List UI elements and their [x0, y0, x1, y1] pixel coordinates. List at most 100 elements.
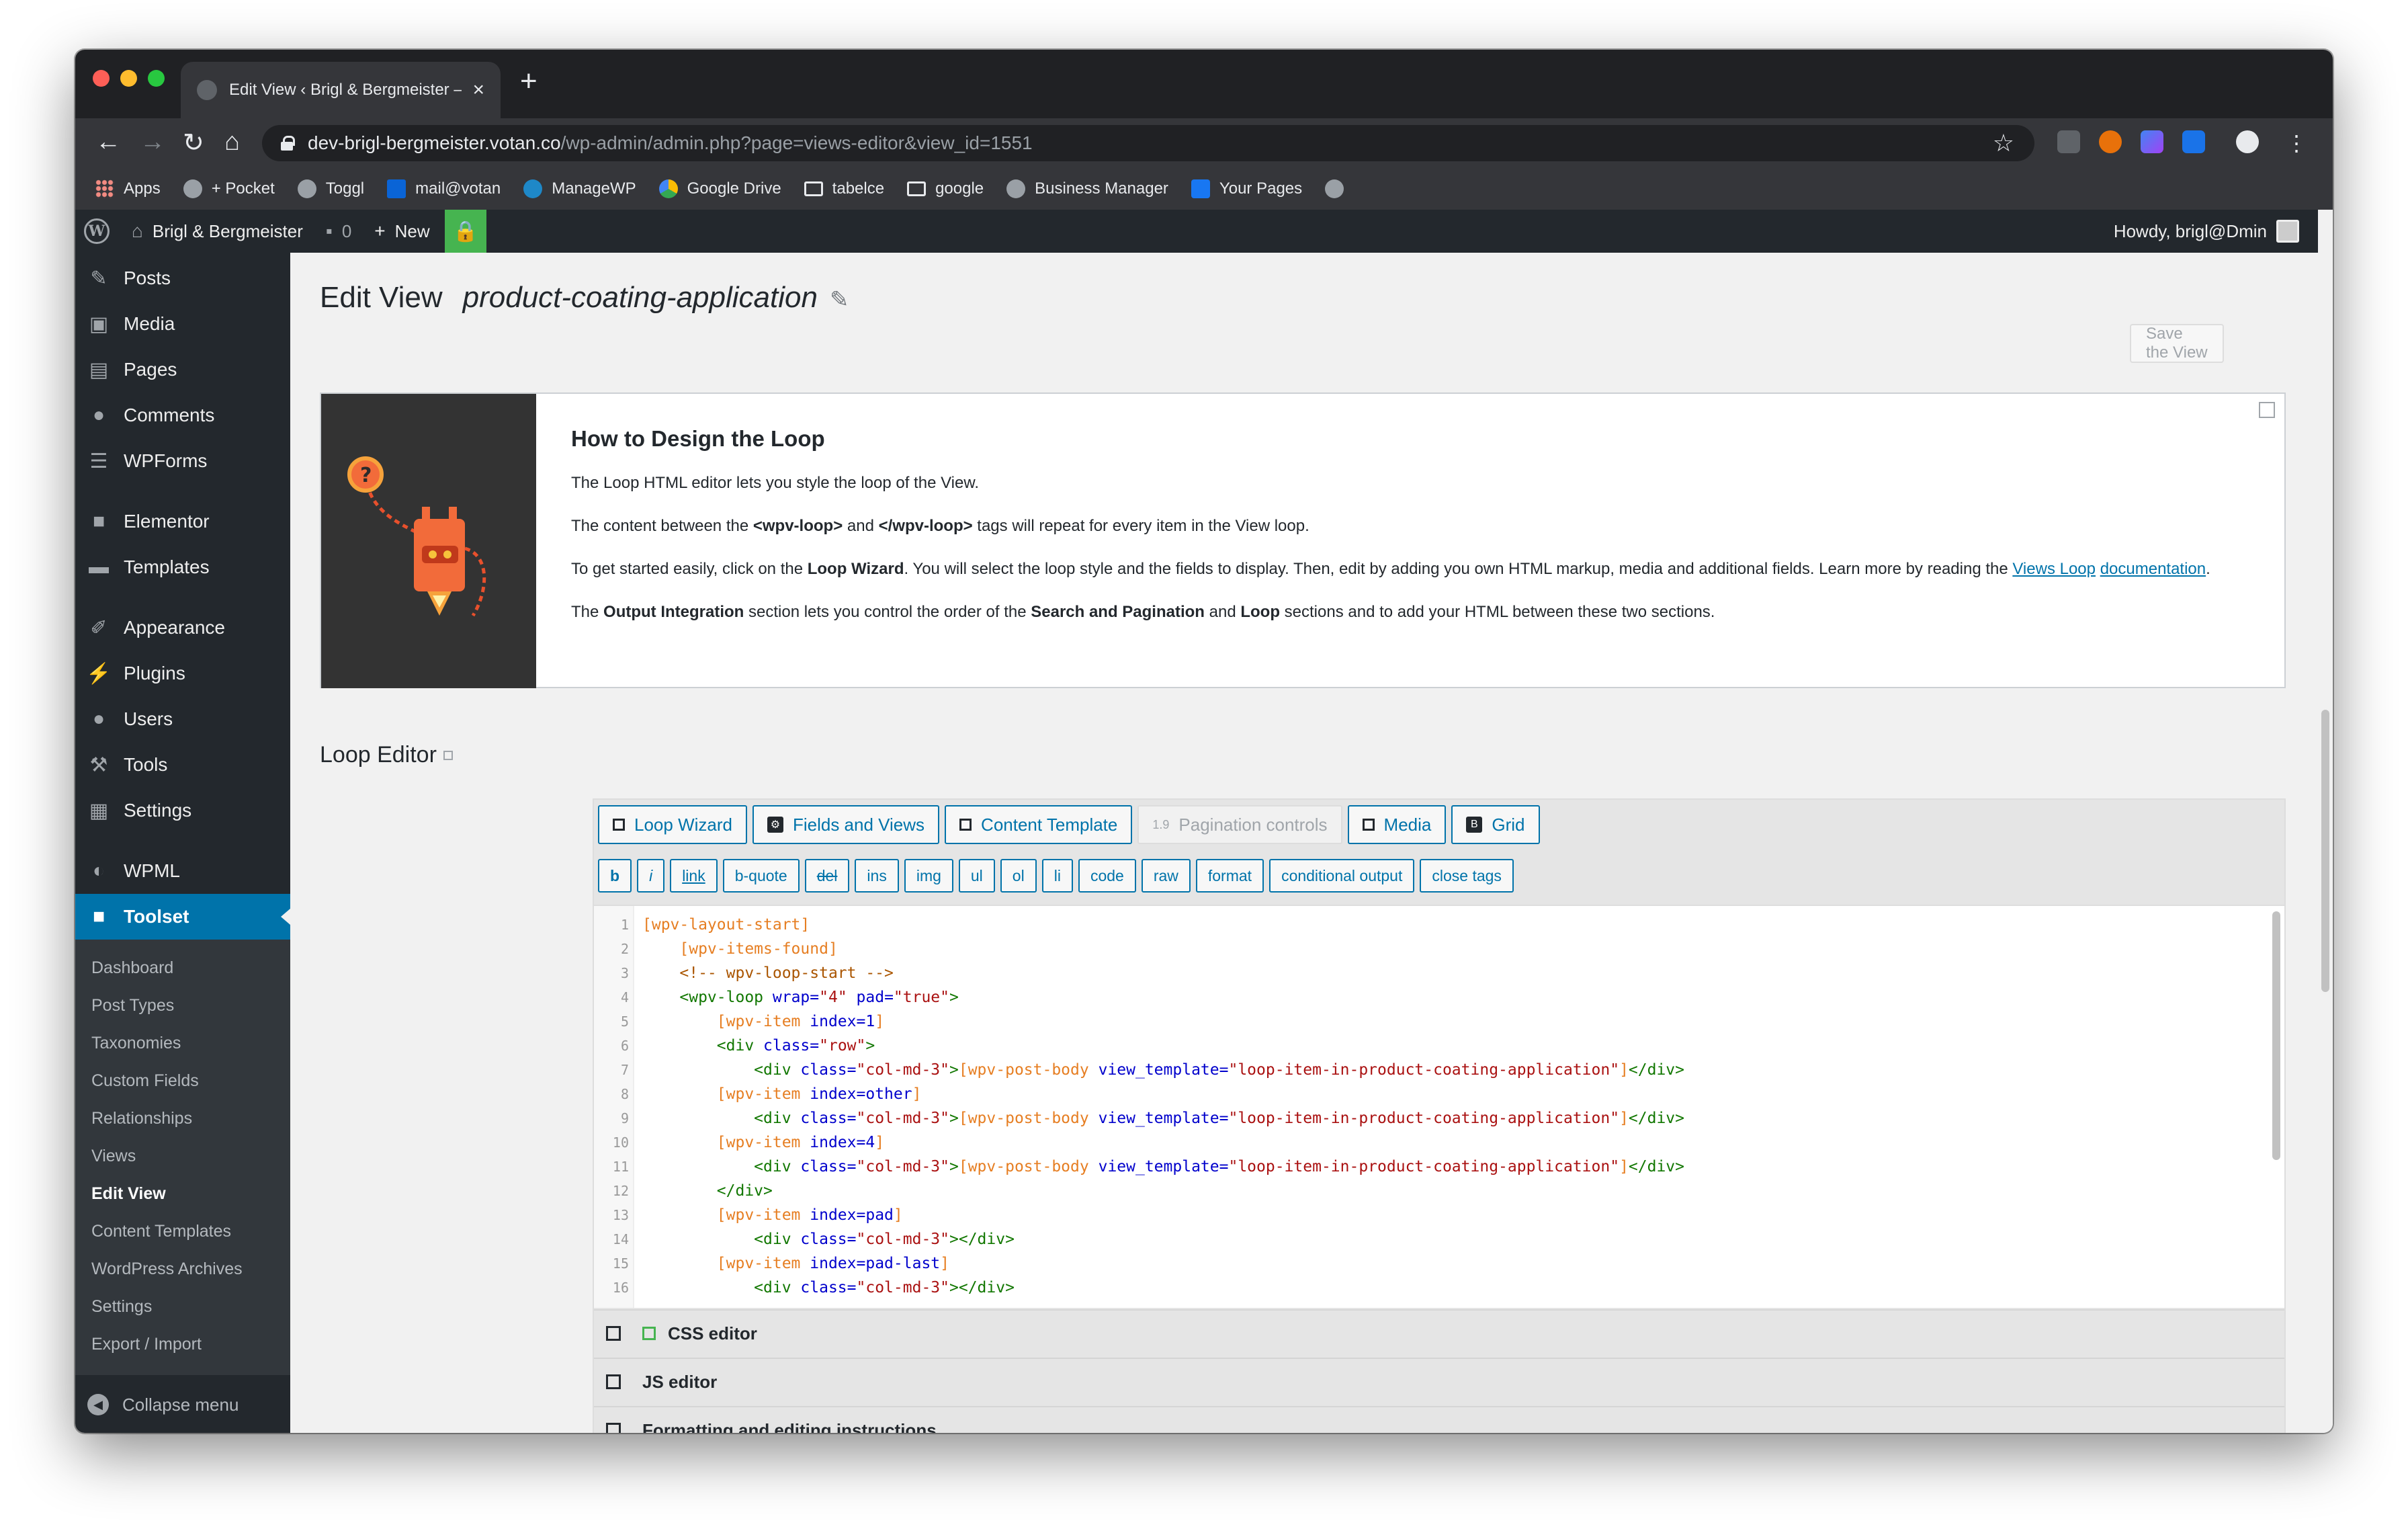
collapse-menu-button[interactable]: ◀ Collapse menu: [75, 1382, 290, 1427]
code-scrollbar[interactable]: [2272, 911, 2280, 1160]
documentation-link[interactable]: documentation: [2100, 560, 2206, 578]
submenu-post-types[interactable]: Post Types: [75, 987, 290, 1024]
quicktag-img[interactable]: img: [904, 859, 953, 893]
bookmark-globe[interactable]: [1325, 179, 1353, 198]
new-tab-icon[interactable]: +: [520, 65, 538, 98]
code-line[interactable]: 9 <div class="col-md-3">[wpv-post-body v…: [594, 1106, 2260, 1130]
quicktag-i[interactable]: i: [637, 859, 665, 893]
quicktag-format[interactable]: format: [1195, 859, 1264, 893]
close-tab-icon[interactable]: ×: [472, 79, 484, 101]
code-line[interactable]: 10 [wpv-item index=4]: [594, 1130, 2260, 1155]
sidebar-item-templates[interactable]: ▬ Templates: [75, 544, 290, 590]
close-window-button[interactable]: [93, 70, 110, 87]
minimize-window-button[interactable]: [120, 70, 137, 87]
submenu-content-templates[interactable]: Content Templates: [75, 1212, 290, 1250]
admin-bar-site[interactable]: ⌂ Brigl & Bergmeister: [132, 220, 303, 242]
save-view-button[interactable]: Save the View: [2130, 324, 2224, 363]
sidebar-item-comments[interactable]: ● Comments: [75, 392, 290, 438]
bookmark-managewp[interactable]: ManageWP: [523, 179, 636, 198]
content-template-button[interactable]: Content Template: [945, 805, 1133, 844]
sidebar-item-elementor[interactable]: ■ Elementor: [75, 499, 290, 544]
css-editor-section[interactable]: CSS editor: [594, 1309, 2284, 1356]
submenu-dashboard[interactable]: Dashboard: [75, 949, 290, 987]
sidebar-item-settings[interactable]: ▦ Settings: [75, 788, 290, 833]
bookmark-google-drive[interactable]: Google Drive: [658, 179, 781, 198]
sidebar-item-media[interactable]: ▣ Media: [75, 301, 290, 347]
fields-and-views-button[interactable]: ⚙ Fields and Views: [752, 805, 940, 844]
quicktag-close-tags[interactable]: close tags: [1420, 859, 1514, 893]
code-line[interactable]: 1 [wpv-layout-start]: [594, 913, 2260, 937]
sidebar-item-wpforms[interactable]: ☰ WPForms: [75, 438, 290, 484]
quicktag-ol[interactable]: ol: [1000, 859, 1037, 893]
translate-extension-icon[interactable]: [2182, 130, 2205, 153]
code-line[interactable]: 7 <div class="col-md-3">[wpv-post-body v…: [594, 1058, 2260, 1082]
quicktag-link[interactable]: link: [670, 859, 718, 893]
bookmark-pocket[interactable]: + Pocket: [183, 179, 275, 198]
lock-status-icon[interactable]: 🔒: [444, 210, 486, 253]
sidebar-item-posts[interactable]: ✎ Posts: [75, 255, 290, 301]
submenu-views[interactable]: Views: [75, 1137, 290, 1175]
more-menu-icon[interactable]: ⋮: [2286, 130, 2307, 156]
admin-bar-comments[interactable]: ▪ 0: [326, 220, 351, 242]
pocket-extension-icon[interactable]: [2099, 130, 2122, 153]
code-line[interactable]: 8 [wpv-item index=other]: [594, 1082, 2260, 1106]
js-editor-section[interactable]: JS editor: [594, 1358, 2284, 1405]
code-line[interactable]: 15 [wpv-item index=pad-last]: [594, 1251, 2260, 1276]
views-loop-doc-link[interactable]: Views Loop: [2012, 560, 2096, 578]
code-line[interactable]: 16 <div class="col-md-3"></div>: [594, 1276, 2260, 1300]
admin-bar-new[interactable]: + New: [374, 220, 429, 242]
wordpress-logo-icon[interactable]: W: [75, 210, 118, 253]
bookmark-google[interactable]: google: [907, 179, 984, 198]
quicktag-ins[interactable]: ins: [855, 859, 899, 893]
quicktag-li[interactable]: li: [1041, 859, 1073, 893]
sidebar-item-users[interactable]: ● Users: [75, 696, 290, 742]
pagination-controls-button[interactable]: 1.9 Pagination controls: [1137, 805, 1342, 844]
dismiss-help-icon[interactable]: [2259, 402, 2275, 418]
bookmark-your-pages[interactable]: Your Pages: [1191, 179, 1302, 198]
code-line[interactable]: 13 [wpv-item index=pad]: [594, 1203, 2260, 1227]
quicktag-conditional-output[interactable]: conditional output: [1269, 859, 1415, 893]
formatting-instructions-section[interactable]: Formatting and editing instructions: [594, 1406, 2284, 1433]
sidebar-item-appearance[interactable]: ✐ Appearance: [75, 605, 290, 651]
quicktag-raw[interactable]: raw: [1141, 859, 1191, 893]
submenu-settings[interactable]: Settings: [75, 1288, 290, 1325]
loop-wizard-button[interactable]: Loop Wizard: [598, 805, 747, 844]
bookmark-business-manager[interactable]: Business Manager: [1006, 179, 1168, 198]
code-line[interactable]: 11 <div class="col-md-3">[wpv-post-body …: [594, 1155, 2260, 1179]
submenu-taxonomies[interactable]: Taxonomies: [75, 1024, 290, 1062]
quicktag-b-quote[interactable]: b-quote: [722, 859, 800, 893]
bookmark-apps[interactable]: Apps: [95, 179, 161, 198]
code-line[interactable]: 6 <div class="row">: [594, 1034, 2260, 1058]
submenu-relationships[interactable]: Relationships: [75, 1100, 290, 1137]
quicktag-code[interactable]: code: [1078, 859, 1136, 893]
sidebar-item-wpml[interactable]: ◐ WPML: [75, 848, 290, 894]
reload-icon[interactable]: ↻: [183, 128, 204, 158]
grid-button[interactable]: B Grid: [1451, 805, 1540, 844]
code-line[interactable]: 14 <div class="col-md-3"></div>: [594, 1227, 2260, 1251]
code-line[interactable]: 4 <wpv-loop wrap="4" pad="true">: [594, 985, 2260, 1009]
bookmark-mail[interactable]: mail@votan: [387, 179, 501, 198]
bookmark-star-icon[interactable]: ☆: [1993, 129, 2014, 157]
submenu-edit-view[interactable]: Edit View: [75, 1175, 290, 1212]
code-line[interactable]: 12 </div>: [594, 1179, 2260, 1203]
camera-extension-icon[interactable]: [2057, 130, 2080, 153]
submenu-export-import[interactable]: Export / Import: [75, 1325, 290, 1363]
address-bar[interactable]: dev-brigl-bergmeister.votan.co /wp-admin…: [262, 125, 2034, 161]
page-scrollbar[interactable]: [2318, 253, 2333, 1433]
forward-arrow-icon[interactable]: →: [140, 128, 165, 157]
toggle-icon[interactable]: [443, 750, 453, 760]
pencil-icon[interactable]: ✎: [830, 286, 849, 313]
sidebar-item-toolset[interactable]: ■ Toolset: [75, 894, 290, 940]
admin-bar-account[interactable]: Howdy, brigl@Dmin: [2114, 210, 2299, 253]
home-icon[interactable]: ⌂: [224, 128, 240, 157]
media-button[interactable]: Media: [1347, 805, 1447, 844]
quicktag-ul[interactable]: ul: [958, 859, 995, 893]
code-line[interactable]: 5 [wpv-item index=1]: [594, 1009, 2260, 1034]
quicktag-del[interactable]: del: [804, 859, 850, 893]
code-line[interactable]: 3 <!-- wpv-loop-start -->: [594, 961, 2260, 985]
maximize-window-button[interactable]: [148, 70, 165, 87]
bookmark-toggl[interactable]: Toggl: [297, 179, 364, 198]
browser-tab-active[interactable]: Edit View ‹ Brigl & Bergmeister – ×: [181, 62, 501, 118]
code-line[interactable]: 2 [wpv-items-found]: [594, 937, 2260, 961]
submenu-wordpress-archives[interactable]: WordPress Archives: [75, 1250, 290, 1288]
